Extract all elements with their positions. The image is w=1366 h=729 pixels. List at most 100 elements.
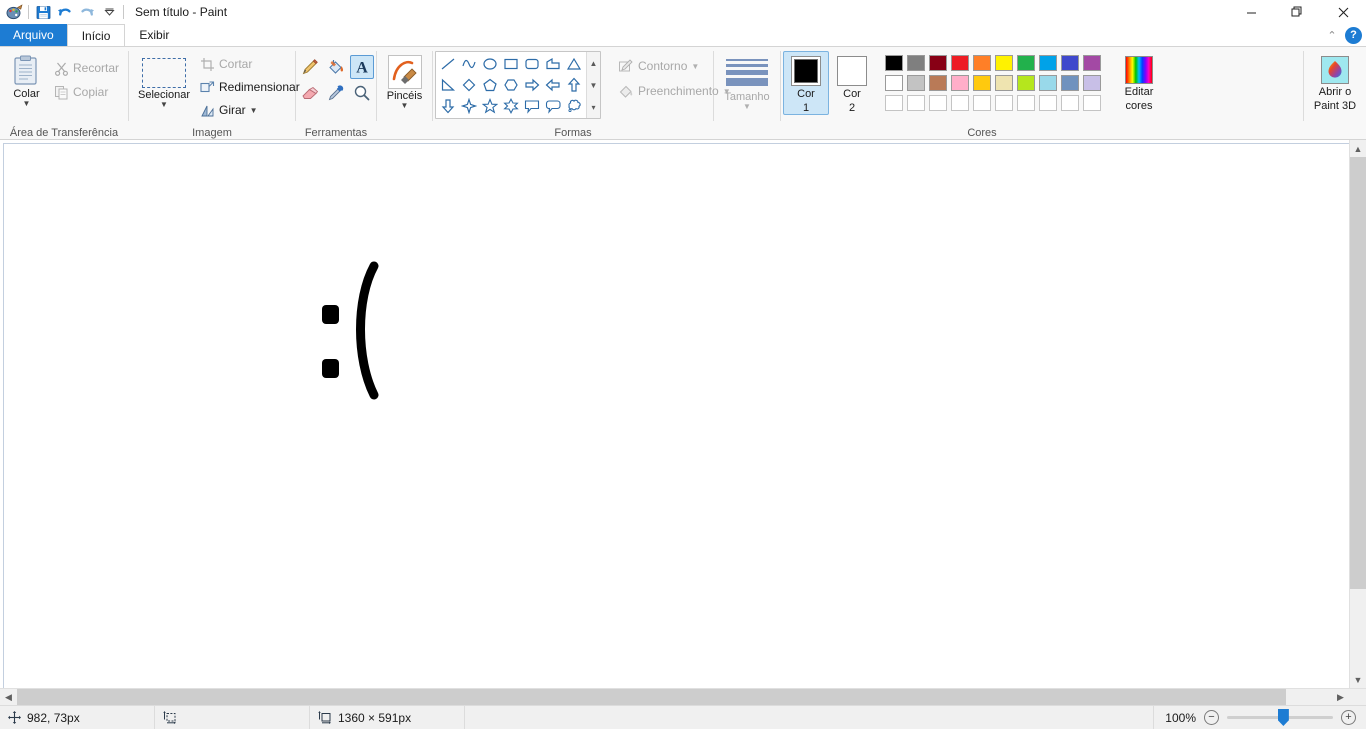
color2-button[interactable]: Cor 2: [829, 51, 875, 115]
magnifier-tool[interactable]: [350, 81, 374, 105]
shape-line[interactable]: [438, 54, 458, 74]
scroll-down-button[interactable]: ▼: [1350, 671, 1366, 688]
color-swatch-r2-c7[interactable]: [1017, 75, 1035, 91]
pencil-tool[interactable]: [298, 55, 322, 79]
size-dropdown-caret[interactable]: ▼: [743, 102, 751, 110]
color-swatch-r3-c7[interactable]: [1017, 95, 1035, 111]
rotate-caret[interactable]: ▼: [250, 106, 258, 114]
shape-six-point-star[interactable]: [501, 96, 521, 116]
color-swatch-r3-c8[interactable]: [1039, 95, 1057, 111]
tab-view[interactable]: Exibir: [125, 24, 183, 46]
zoom-slider-thumb[interactable]: [1277, 709, 1289, 726]
eraser-tool[interactable]: [298, 81, 322, 105]
shape-rectangular-callout[interactable]: [522, 96, 542, 116]
color-swatch-r3-c5[interactable]: [973, 95, 991, 111]
color-swatch-r3-c1[interactable]: [885, 95, 903, 111]
scroll-right-button[interactable]: ▶: [1332, 689, 1349, 706]
color-swatch-r2-c2[interactable]: [907, 75, 925, 91]
scroll-up-button[interactable]: ▲: [1350, 140, 1366, 157]
size-button[interactable]: Tamanho ▼: [719, 55, 775, 111]
color-swatch-r2-c10[interactable]: [1083, 75, 1101, 91]
minimize-button[interactable]: [1228, 0, 1274, 24]
paint-icon[interactable]: [3, 1, 25, 23]
shape-triangle[interactable]: [564, 54, 584, 74]
fill-tool[interactable]: [324, 55, 348, 79]
text-tool[interactable]: A: [350, 55, 374, 79]
color-swatch-r1-c8[interactable]: [1039, 55, 1057, 71]
color-swatch-r1-c9[interactable]: [1061, 55, 1079, 71]
undo-icon[interactable]: [54, 1, 76, 23]
shape-four-point-star[interactable]: [459, 96, 479, 116]
color-swatch-r1-c6[interactable]: [995, 55, 1013, 71]
vertical-scroll-track[interactable]: [1350, 157, 1366, 671]
edit-colors-button[interactable]: Editar cores: [1113, 51, 1165, 113]
save-icon[interactable]: [32, 1, 54, 23]
color-swatch-r3-c2[interactable]: [907, 95, 925, 111]
zoom-slider[interactable]: [1227, 709, 1333, 726]
shape-five-point-star[interactable]: [480, 96, 500, 116]
color-swatch-r1-c4[interactable]: [951, 55, 969, 71]
close-button[interactable]: [1320, 0, 1366, 24]
outline-caret[interactable]: ▼: [691, 62, 699, 70]
horizontal-scroll-track[interactable]: [17, 689, 1332, 705]
color-swatch-r2-c8[interactable]: [1039, 75, 1057, 91]
paste-button[interactable]: Colar ▼: [8, 51, 45, 108]
chevron-up-icon[interactable]: ⌃: [1323, 26, 1341, 44]
color-swatch-r3-c4[interactable]: [951, 95, 969, 111]
color-swatch-r2-c4[interactable]: [951, 75, 969, 91]
select-dropdown-caret[interactable]: ▼: [160, 101, 168, 109]
shape-right-triangle[interactable]: [438, 75, 458, 95]
cut-button[interactable]: Recortar: [49, 57, 124, 79]
vertical-scrollbar[interactable]: ▲ ▼: [1349, 140, 1366, 688]
crop-button[interactable]: Cortar: [195, 53, 305, 75]
color-swatch-r2-c5[interactable]: [973, 75, 991, 91]
tab-home[interactable]: Início: [66, 24, 126, 46]
zoom-in-button[interactable]: +: [1341, 710, 1356, 725]
help-icon[interactable]: ?: [1345, 26, 1362, 44]
shapes-expand-gallery[interactable]: ▾: [587, 96, 600, 118]
vertical-scroll-thumb[interactable]: [1350, 157, 1366, 589]
color-swatch-r3-c9[interactable]: [1061, 95, 1079, 111]
customize-qat-icon[interactable]: [98, 1, 120, 23]
resize-button[interactable]: Redimensionar: [195, 76, 305, 98]
color-swatch-r2-c1[interactable]: [885, 75, 903, 91]
color-swatch-r1-c3[interactable]: [929, 55, 947, 71]
horizontal-scrollbar[interactable]: ◀ ▶: [0, 688, 1366, 706]
shape-curve[interactable]: [459, 54, 479, 74]
shape-hexagon[interactable]: [501, 75, 521, 95]
drawing-canvas[interactable]: [3, 143, 1349, 688]
color-swatch-r1-c7[interactable]: [1017, 55, 1035, 71]
rotate-button[interactable]: Girar ▼: [195, 99, 305, 121]
brushes-dropdown-caret[interactable]: ▼: [401, 102, 409, 110]
color-swatch-r1-c1[interactable]: [885, 55, 903, 71]
shape-up-arrow[interactable]: [564, 75, 584, 95]
color1-button[interactable]: Cor 1: [783, 51, 829, 115]
shape-pentagon[interactable]: [480, 75, 500, 95]
maximize-restore-button[interactable]: [1274, 0, 1320, 24]
paste-dropdown-caret[interactable]: ▼: [23, 100, 31, 108]
shape-left-arrow[interactable]: [543, 75, 563, 95]
tab-file[interactable]: Arquivo: [0, 24, 67, 46]
horizontal-scroll-thumb[interactable]: [17, 689, 1286, 705]
shape-oval[interactable]: [480, 54, 500, 74]
redo-icon[interactable]: [76, 1, 98, 23]
shape-polygon[interactable]: [543, 54, 563, 74]
shape-rectangle[interactable]: [501, 54, 521, 74]
scroll-left-button[interactable]: ◀: [0, 689, 17, 706]
shapes-scroll-down[interactable]: ▼: [587, 74, 600, 96]
select-button[interactable]: Selecionar ▼: [137, 51, 191, 109]
color-swatch-r2-c3[interactable]: [929, 75, 947, 91]
color-swatch-r2-c6[interactable]: [995, 75, 1013, 91]
color-swatch-r3-c10[interactable]: [1083, 95, 1101, 111]
color-swatch-r3-c3[interactable]: [929, 95, 947, 111]
color-swatch-r1-c2[interactable]: [907, 55, 925, 71]
shape-cloud-callout[interactable]: [564, 96, 584, 116]
zoom-out-button[interactable]: −: [1204, 710, 1219, 725]
color-swatch-r3-c6[interactable]: [995, 95, 1013, 111]
color-picker-tool[interactable]: [324, 81, 348, 105]
color-swatch-r1-c10[interactable]: [1083, 55, 1101, 71]
shape-down-arrow[interactable]: [438, 96, 458, 116]
shapes-scroll-up[interactable]: ▲: [587, 52, 600, 74]
color-swatch-r1-c5[interactable]: [973, 55, 991, 71]
open-paint3d-button[interactable]: Abrir o Paint 3D: [1308, 51, 1362, 113]
